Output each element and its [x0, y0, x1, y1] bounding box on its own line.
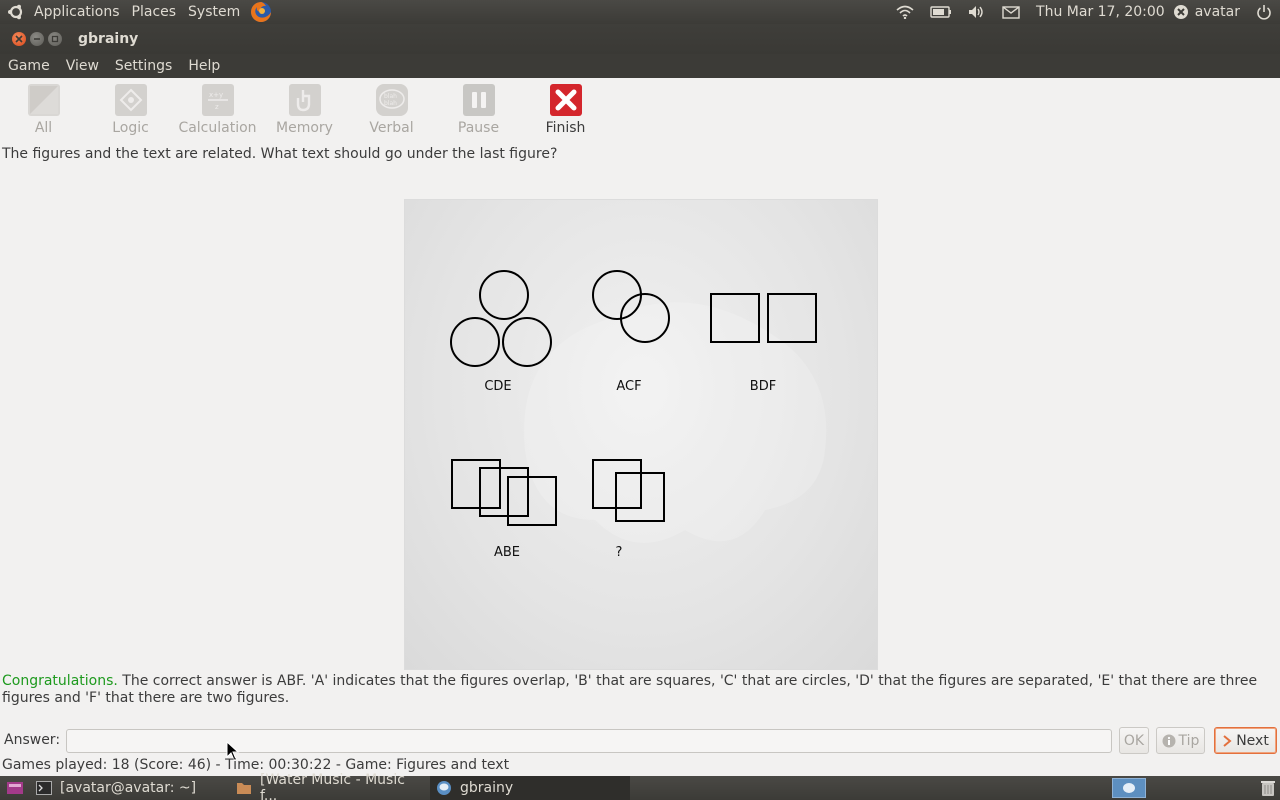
svg-text:x+y: x+y — [209, 91, 223, 99]
user-name: avatar — [1194, 4, 1240, 20]
status-bar: Games played: 18 (Score: 46) - Time: 00:… — [2, 757, 510, 773]
chevron-right-icon — [1223, 734, 1232, 747]
window-maximize-button[interactable] — [48, 32, 62, 46]
firefox-icon[interactable] — [250, 1, 272, 23]
task-gbrainy[interactable]: gbrainy — [430, 776, 630, 800]
task-water-music[interactable]: [Water Music - Music f... — [230, 772, 430, 800]
verbal-button[interactable]: blah blah Verbal — [348, 78, 435, 142]
workspace-switcher[interactable] — [1112, 778, 1146, 798]
menu-applications[interactable]: Applications — [28, 0, 126, 24]
menubar: Game View Settings Help — [0, 54, 1280, 78]
power-icon[interactable] — [1248, 0, 1280, 24]
volume-icon[interactable] — [960, 0, 994, 24]
brain-watermark — [524, 302, 827, 543]
next-label: Next — [1236, 732, 1269, 749]
user-status-icon — [1173, 5, 1188, 19]
figure-label-abe: ABE — [493, 545, 521, 560]
mail-icon[interactable] — [994, 0, 1028, 24]
terminal-icon — [36, 780, 52, 796]
puzzle-area: CDE ACF BDF ABE ? — [404, 199, 878, 670]
ok-label: OK — [1123, 732, 1145, 749]
window-minimize-button[interactable] — [30, 32, 44, 46]
tip-label: Tip — [1178, 732, 1200, 749]
gbrainy-icon — [436, 780, 452, 796]
toolbar: All Logic x+y z Calculation Memory blah bl… — [0, 78, 1280, 142]
answer-label: Answer: — [4, 732, 61, 748]
system-tray: Thu Mar 17, 20:00 avatar — [888, 0, 1280, 24]
figure-three-circles — [450, 270, 552, 367]
top-panel: Applications Places System Thu Mar 17, 2… — [0, 0, 1280, 24]
menu-help[interactable]: Help — [180, 58, 228, 74]
ubuntu-logo-icon[interactable] — [6, 2, 26, 22]
trash-icon[interactable] — [1256, 776, 1280, 800]
bottom-panel-right — [1112, 776, 1280, 800]
finish-button[interactable]: Finish — [522, 78, 609, 142]
all-games-button[interactable]: All — [0, 78, 87, 142]
pause-icon — [462, 84, 495, 116]
svg-text:z: z — [215, 103, 219, 111]
window-titlebar[interactable]: gbrainy — [0, 24, 1280, 54]
show-desktop-icon — [7, 782, 23, 794]
verbal-icon: blah blah — [375, 84, 408, 116]
close-icon — [15, 35, 23, 43]
finish-label: Finish — [545, 120, 586, 136]
figure-label-acf: ACF — [616, 379, 642, 394]
puzzle-figures — [450, 270, 827, 543]
finish-icon — [549, 84, 582, 116]
congrats-text: Congratulations. — [2, 673, 118, 689]
calculation-button[interactable]: x+y z Calculation — [174, 78, 261, 142]
window-title: gbrainy — [78, 31, 139, 47]
task-label: gbrainy — [460, 780, 514, 796]
menu-places[interactable]: Places — [126, 0, 183, 24]
memory-label: Memory — [276, 120, 333, 136]
all-games-icon — [27, 84, 60, 116]
verbal-label: Verbal — [369, 120, 414, 136]
svg-text:blah: blah — [384, 93, 397, 100]
menu-view[interactable]: View — [58, 58, 107, 74]
result-message: Congratulations. The correct answer is A… — [2, 673, 1278, 707]
calculation-label: Calculation — [178, 120, 257, 136]
figure-label-bdf: BDF — [749, 379, 777, 394]
task-label: [avatar@avatar: ~] — [60, 780, 197, 796]
explanation-text: The correct answer is ABF. 'A' indicates… — [2, 673, 1258, 706]
ok-button[interactable]: OK — [1119, 727, 1149, 754]
svg-text:blah: blah — [384, 100, 397, 107]
show-desktop-button[interactable] — [0, 776, 30, 800]
gbrainy-icon — [1123, 783, 1135, 793]
bottom-panel: [avatar@avatar: ~] [Water Music - Music … — [0, 772, 1280, 800]
logic-icon — [114, 84, 147, 116]
figure-label-cde: CDE — [484, 379, 512, 394]
wifi-icon[interactable] — [888, 0, 922, 24]
user-menu[interactable]: avatar — [1173, 0, 1248, 24]
pause-button[interactable]: Pause — [435, 78, 522, 142]
menu-game[interactable]: Game — [0, 58, 58, 74]
task-terminal[interactable]: [avatar@avatar: ~] — [30, 776, 230, 800]
window-close-button[interactable] — [12, 32, 26, 46]
question-text: The figures and the text are related. Wh… — [2, 146, 558, 162]
memory-icon — [288, 84, 321, 116]
answer-input[interactable] — [66, 729, 1112, 753]
clock[interactable]: Thu Mar 17, 20:00 — [1028, 0, 1173, 24]
battery-icon[interactable] — [922, 0, 960, 24]
folder-icon — [236, 780, 252, 796]
tip-button[interactable]: Tip — [1156, 727, 1205, 754]
calculation-icon: x+y z — [201, 84, 234, 116]
task-label: [Water Music - Music f... — [260, 772, 405, 800]
menu-settings[interactable]: Settings — [107, 58, 180, 74]
menu-system[interactable]: System — [182, 0, 246, 24]
figure-label-unknown: ? — [615, 545, 623, 560]
next-button[interactable]: Next — [1214, 727, 1277, 754]
memory-button[interactable]: Memory — [261, 78, 348, 142]
pause-label: Pause — [457, 120, 500, 136]
logic-button[interactable]: Logic — [87, 78, 174, 142]
info-icon — [1162, 734, 1176, 747]
all-games-label: All — [34, 120, 53, 136]
maximize-icon — [51, 35, 59, 43]
logic-label: Logic — [112, 120, 149, 136]
minimize-icon — [34, 38, 40, 40]
